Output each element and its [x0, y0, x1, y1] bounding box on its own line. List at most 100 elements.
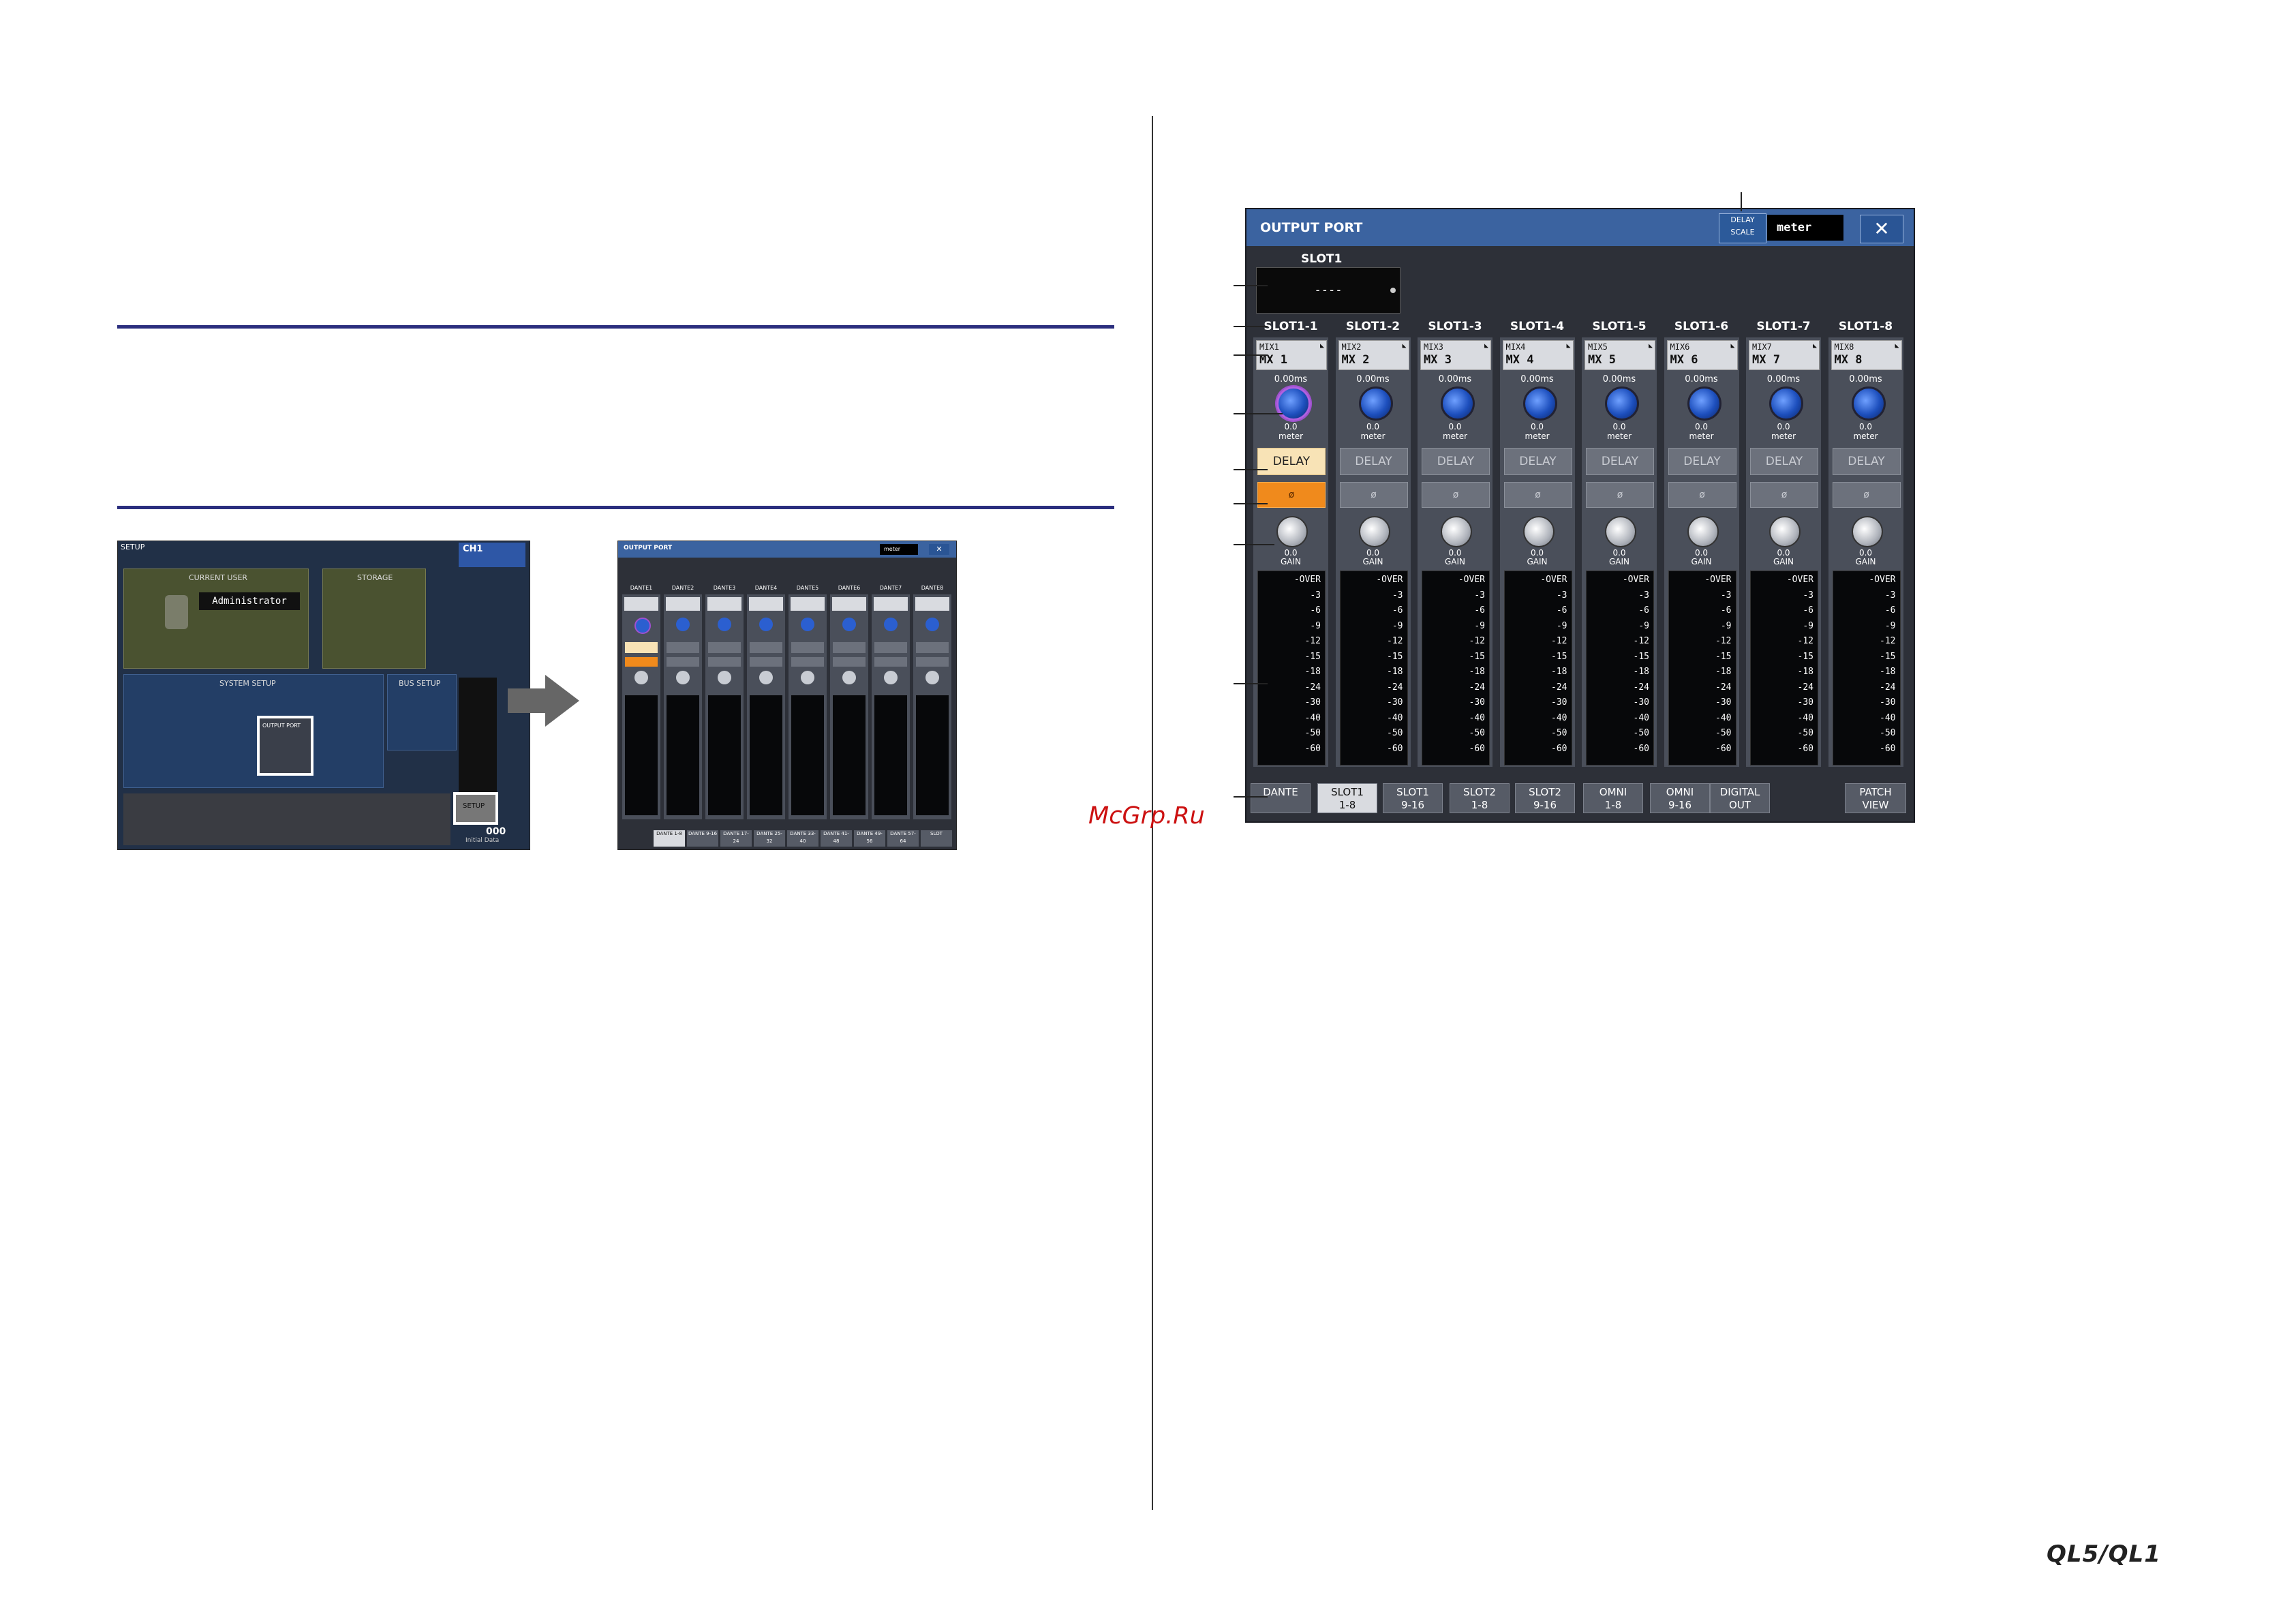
- thumb-gain-knob[interactable]: [634, 671, 648, 684]
- thumb-delay-button[interactable]: [667, 642, 699, 653]
- delay-knob[interactable]: [1522, 386, 1557, 421]
- delay-button[interactable]: DELAY: [1586, 448, 1654, 475]
- thumb-gain-knob[interactable]: [759, 671, 773, 684]
- thumb-phase-button[interactable]: [791, 657, 824, 667]
- tab-dante[interactable]: DANTE: [1251, 783, 1311, 813]
- thumb-tab[interactable]: DANTE 33-40: [787, 830, 818, 847]
- gain-knob[interactable]: [1687, 516, 1719, 547]
- thumb-patch-button[interactable]: [749, 597, 783, 611]
- thumb-patch-button[interactable]: [791, 597, 825, 611]
- tab-slot2-9-16[interactable]: SLOT2 9-16: [1515, 783, 1575, 813]
- delay-knob[interactable]: [1276, 386, 1311, 421]
- thumb-gain-knob[interactable]: [718, 671, 731, 684]
- patch-button[interactable]: MIX6 MX 6 ◣: [1666, 340, 1738, 370]
- thumb-delay-knob[interactable]: [718, 618, 731, 631]
- thumb-tab[interactable]: DANTE 49-56: [854, 830, 885, 847]
- thumb-delay-knob[interactable]: [759, 618, 773, 631]
- thumb-gain-knob[interactable]: [676, 671, 690, 684]
- thumb-phase-button[interactable]: [667, 657, 699, 667]
- gain-knob[interactable]: [1769, 516, 1801, 547]
- thumb-tab[interactable]: DANTE 57-64: [887, 830, 919, 847]
- delay-knob[interactable]: [1769, 386, 1803, 421]
- thumb-delay-knob[interactable]: [925, 618, 939, 631]
- phase-button[interactable]: ø: [1422, 482, 1490, 508]
- thumb-delay-knob[interactable]: [676, 618, 690, 631]
- delay-button[interactable]: DELAY: [1668, 448, 1736, 475]
- gain-knob[interactable]: [1851, 516, 1883, 547]
- delay-button[interactable]: DELAY: [1422, 448, 1490, 475]
- user-name-field[interactable]: Administrator: [199, 592, 300, 610]
- slot-select-button[interactable]: ----: [1256, 267, 1400, 314]
- thumb-gain-knob[interactable]: [925, 671, 939, 684]
- tab-patch-view[interactable]: PATCH VIEW: [1845, 783, 1906, 813]
- close-icon[interactable]: ✕: [1860, 215, 1903, 243]
- gain-knob[interactable]: [1276, 516, 1308, 547]
- delay-button[interactable]: DELAY: [1339, 448, 1408, 475]
- thumb-phase-button[interactable]: [833, 657, 866, 667]
- patch-button[interactable]: MIX5 MX 5 ◣: [1585, 340, 1655, 370]
- setup-button[interactable]: SETUP: [453, 792, 498, 825]
- thumb-tab[interactable]: DANTE 25-32: [754, 830, 785, 847]
- phase-button[interactable]: ø: [1257, 482, 1326, 508]
- gain-knob[interactable]: [1522, 516, 1555, 547]
- delay-button[interactable]: DELAY: [1257, 448, 1326, 475]
- thumb-delay-knob[interactable]: [634, 618, 651, 634]
- tab-omni-9-16[interactable]: OMNI 9-16: [1650, 783, 1710, 813]
- thumb-tab[interactable]: SLOT: [921, 830, 952, 847]
- delay-knob[interactable]: [1851, 386, 1886, 421]
- delay-knob[interactable]: [1687, 386, 1721, 421]
- patch-button[interactable]: MIX4 MX 4 ◣: [1502, 340, 1574, 370]
- thumb-delay-button[interactable]: [791, 642, 824, 653]
- tab-omni-1-8[interactable]: OMNI 1-8: [1583, 783, 1643, 813]
- thumb-delay-knob[interactable]: [884, 618, 898, 631]
- thumb-tab[interactable]: DANTE 9-16: [687, 830, 718, 847]
- delay-button[interactable]: DELAY: [1832, 448, 1901, 475]
- thumb-delay-button[interactable]: [874, 642, 907, 653]
- delay-knob[interactable]: [1605, 386, 1639, 421]
- gain-knob[interactable]: [1358, 516, 1390, 547]
- phase-button[interactable]: ø: [1339, 482, 1408, 508]
- thumb-patch-button[interactable]: [666, 597, 700, 611]
- thumb-delay-button[interactable]: [916, 642, 949, 653]
- tab-slot1-9-16[interactable]: SLOT1 9-16: [1383, 783, 1443, 813]
- delay-knob[interactable]: [1358, 386, 1393, 421]
- thumb-delay-button[interactable]: [708, 642, 741, 653]
- thumb-close-icon[interactable]: ✕: [929, 544, 949, 555]
- thumb-meter-field[interactable]: meter: [880, 544, 918, 555]
- patch-button[interactable]: MIX7 MX 7 ◣: [1749, 340, 1820, 370]
- thumb-tab[interactable]: DANTE 41-48: [821, 830, 852, 847]
- thumb-phase-button[interactable]: [625, 657, 658, 667]
- thumb-patch-button[interactable]: [707, 597, 741, 611]
- thumb-patch-button[interactable]: [915, 597, 949, 611]
- thumb-gain-knob[interactable]: [884, 671, 898, 684]
- delay-knob[interactable]: [1441, 386, 1475, 421]
- patch-button[interactable]: MIX3 MX 3 ◣: [1420, 340, 1491, 370]
- thumb-delay-button[interactable]: [833, 642, 866, 653]
- delay-button[interactable]: DELAY: [1750, 448, 1818, 475]
- patch-button[interactable]: MIX2 MX 2 ◣: [1338, 340, 1409, 370]
- thumb-delay-button[interactable]: [625, 642, 658, 653]
- tab-digital-out[interactable]: DIGITAL OUT: [1710, 783, 1770, 813]
- delay-button[interactable]: DELAY: [1503, 448, 1572, 475]
- thumb-phase-button[interactable]: [708, 657, 741, 667]
- thumb-tab[interactable]: DANTE 17-24: [720, 830, 752, 847]
- thumb-phase-button[interactable]: [916, 657, 949, 667]
- thumb-gain-knob[interactable]: [801, 671, 814, 684]
- patch-button[interactable]: MIX8 MX 8 ◣: [1831, 340, 1902, 370]
- thumb-patch-button[interactable]: [832, 597, 866, 611]
- thumb-tab[interactable]: DANTE 1-8: [654, 830, 685, 847]
- gain-knob[interactable]: [1605, 516, 1636, 547]
- phase-button[interactable]: ø: [1668, 482, 1736, 508]
- thumb-delay-knob[interactable]: [801, 618, 814, 631]
- thumb-phase-button[interactable]: [750, 657, 782, 667]
- tab-slot1-1-8[interactable]: SLOT1 1-8: [1317, 783, 1377, 813]
- phase-button[interactable]: ø: [1586, 482, 1654, 508]
- delay-scale-button[interactable]: DELAY SCALE: [1719, 213, 1766, 243]
- output-port-button[interactable]: OUTPUT PORT: [257, 716, 313, 776]
- thumb-delay-knob[interactable]: [842, 618, 856, 631]
- phase-button[interactable]: ø: [1832, 482, 1901, 508]
- gain-knob[interactable]: [1441, 516, 1472, 547]
- thumb-phase-button[interactable]: [874, 657, 907, 667]
- thumb-delay-button[interactable]: [750, 642, 782, 653]
- tab-slot2-1-8[interactable]: SLOT2 1-8: [1450, 783, 1510, 813]
